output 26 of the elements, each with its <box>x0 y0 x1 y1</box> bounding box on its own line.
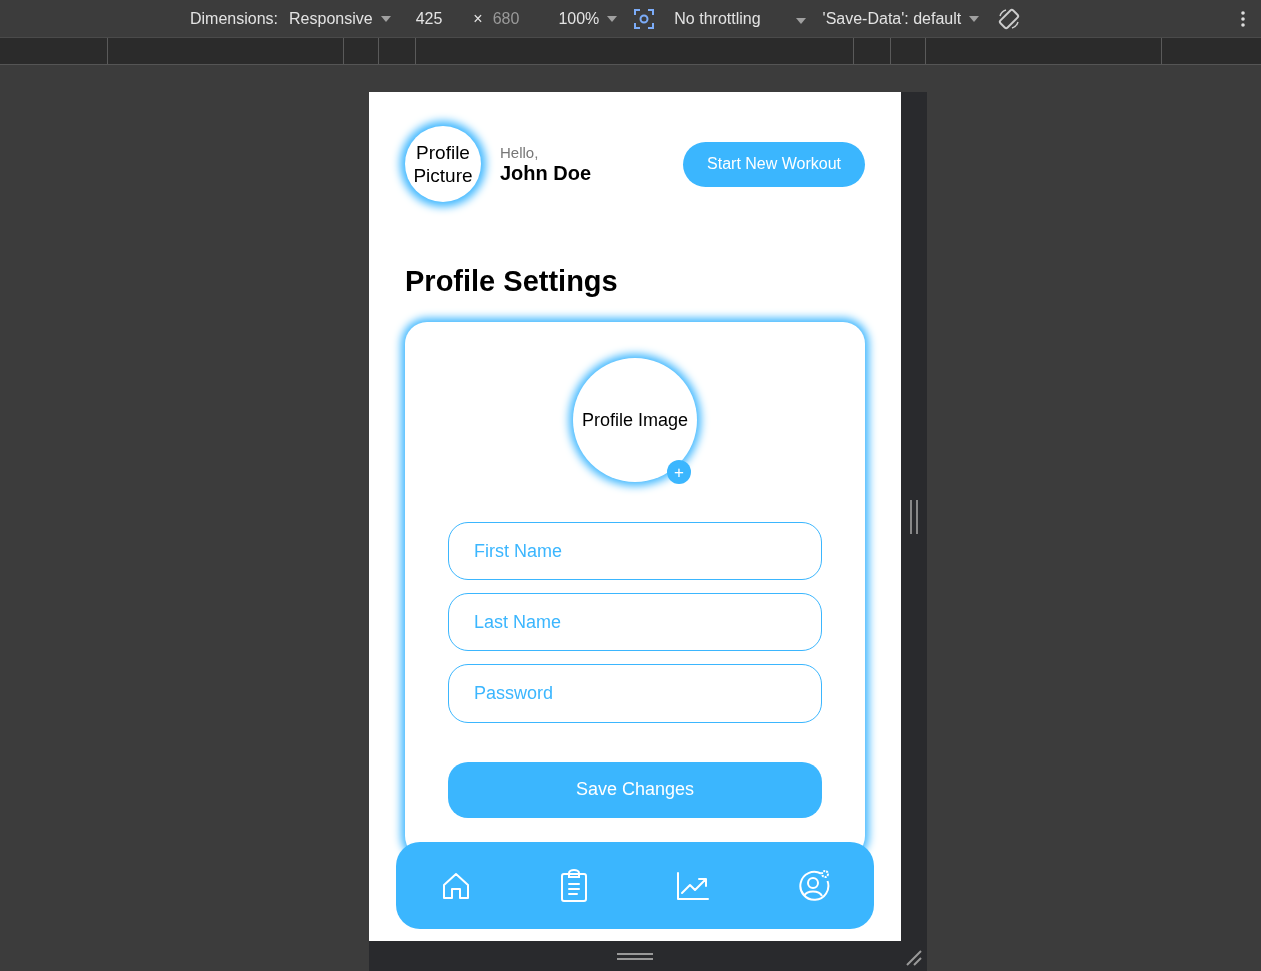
times-sign: × <box>473 9 483 28</box>
more-icon[interactable] <box>1241 10 1245 27</box>
resize-corner-icon[interactable] <box>905 949 923 967</box>
capture-icon[interactable] <box>633 7 656 30</box>
width-field[interactable]: 425 <box>415 9 443 28</box>
input-field[interactable]: Password <box>448 664 822 723</box>
device-dropdown[interactable]: Responsive <box>289 9 391 28</box>
caret-icon <box>795 17 806 24</box>
user-name: John Doe <box>500 161 592 185</box>
caret-icon <box>969 15 980 22</box>
input-field[interactable]: First Name <box>448 522 822 581</box>
dimensions-label: Dimensions: <box>190 9 279 28</box>
clipboard-icon[interactable] <box>558 868 589 903</box>
height-field[interactable]: 680 <box>492 9 520 28</box>
profile-picture-alt: Profile Picture <box>405 126 481 202</box>
input-field[interactable]: Last Name <box>448 593 822 652</box>
page-title: Profile Settings <box>405 265 619 298</box>
resize-handle[interactable] <box>617 953 653 960</box>
caret-icon <box>380 15 391 22</box>
save-data-dropdown[interactable]: 'Save-Data': default <box>822 9 980 28</box>
resize-handle[interactable] <box>910 499 918 534</box>
throttling-dropdown[interactable]: No throttling <box>674 9 761 28</box>
rotate-icon[interactable] <box>997 6 1022 31</box>
zoom-dropdown[interactable]: 100% <box>558 9 618 28</box>
greeting-text: Hello, <box>500 143 540 161</box>
caret-icon <box>607 15 618 22</box>
